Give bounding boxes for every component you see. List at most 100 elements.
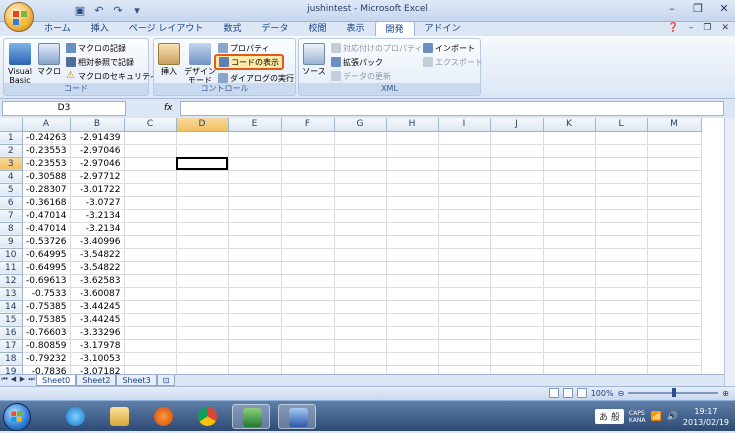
cell[interactable]	[386, 248, 439, 262]
cell[interactable]	[647, 274, 702, 288]
cell[interactable]	[176, 157, 229, 171]
cell[interactable]	[124, 287, 177, 301]
taskbar-internet-explorer[interactable]	[56, 404, 94, 429]
cell[interactable]: -0.23553	[22, 157, 71, 171]
normal-view-icon[interactable]	[548, 388, 559, 398]
cell[interactable]	[124, 183, 177, 197]
select-all-corner[interactable]	[0, 118, 23, 132]
cell[interactable]	[438, 274, 491, 288]
cell[interactable]	[334, 274, 387, 288]
sheet-tab[interactable]: Sheet2	[76, 375, 117, 386]
cell[interactable]	[386, 300, 439, 314]
cell[interactable]	[595, 300, 648, 314]
cell[interactable]	[490, 209, 544, 223]
cell[interactable]	[438, 261, 491, 275]
ime-status[interactable]: あ 般	[595, 409, 624, 424]
insert-sheet-icon[interactable]: ⊡	[156, 375, 176, 386]
export-button[interactable]: エクスポート	[423, 56, 483, 68]
cell[interactable]	[124, 326, 177, 340]
taskbar-word[interactable]	[278, 404, 316, 429]
cell[interactable]	[543, 300, 596, 314]
cell[interactable]	[176, 300, 229, 314]
cell[interactable]	[543, 235, 596, 249]
cell[interactable]	[124, 365, 177, 374]
insert-function-button[interactable]: fx	[130, 101, 178, 116]
cell[interactable]	[228, 287, 282, 301]
cell[interactable]	[647, 339, 702, 353]
cell[interactable]	[124, 261, 177, 275]
cell[interactable]: -0.64995	[22, 261, 71, 275]
clock[interactable]: 19:17 2013/02/19	[683, 406, 729, 428]
xml-source-button[interactable]: ソース	[301, 43, 327, 76]
row-header[interactable]: 10	[0, 248, 23, 262]
cell[interactable]	[124, 196, 177, 210]
cell[interactable]: -3.44245	[70, 300, 125, 314]
cell[interactable]	[543, 157, 596, 171]
cell[interactable]	[438, 339, 491, 353]
column-header[interactable]: G	[334, 118, 387, 132]
cell[interactable]	[386, 365, 439, 374]
cell[interactable]	[334, 365, 387, 374]
page-layout-view-icon[interactable]	[562, 388, 573, 398]
sheet-tab[interactable]: Sheet3	[116, 375, 157, 386]
cell[interactable]: -3.62583	[70, 274, 125, 288]
cell[interactable]: -0.53726	[22, 235, 71, 249]
cell[interactable]	[490, 222, 544, 236]
cell[interactable]	[438, 196, 491, 210]
cell[interactable]: -3.2134	[70, 222, 125, 236]
cell[interactable]	[386, 274, 439, 288]
cell[interactable]	[334, 261, 387, 275]
cell[interactable]	[124, 339, 177, 353]
cell[interactable]	[176, 183, 229, 197]
cell[interactable]: -3.0727	[70, 196, 125, 210]
cell[interactable]	[176, 261, 229, 275]
cell[interactable]	[647, 352, 702, 366]
row-header[interactable]: 12	[0, 274, 23, 288]
cell[interactable]	[438, 287, 491, 301]
cell[interactable]	[334, 339, 387, 353]
cell[interactable]: -3.33296	[70, 326, 125, 340]
cell[interactable]	[334, 209, 387, 223]
cell[interactable]	[490, 313, 544, 327]
ribbon-tab[interactable]: ホーム	[34, 21, 81, 37]
cell[interactable]	[490, 339, 544, 353]
cell[interactable]	[176, 209, 229, 223]
cell[interactable]	[490, 235, 544, 249]
cell[interactable]	[490, 274, 544, 288]
cell[interactable]	[334, 235, 387, 249]
cell[interactable]: -3.40996	[70, 235, 125, 249]
properties-button[interactable]: プロパティ	[218, 42, 270, 54]
row-header[interactable]: 6	[0, 196, 23, 210]
cell[interactable]	[281, 352, 335, 366]
cell[interactable]	[228, 222, 282, 236]
cell[interactable]	[490, 261, 544, 275]
cell[interactable]	[228, 352, 282, 366]
cell[interactable]	[438, 222, 491, 236]
cell[interactable]	[438, 235, 491, 249]
row-header[interactable]: 8	[0, 222, 23, 236]
cell[interactable]	[543, 144, 596, 158]
cell[interactable]	[647, 183, 702, 197]
taskbar-chrome[interactable]	[188, 404, 226, 429]
cell[interactable]	[334, 170, 387, 184]
cell[interactable]: -0.7836	[22, 365, 71, 374]
column-header[interactable]: E	[228, 118, 282, 132]
cell[interactable]	[595, 326, 648, 340]
cell[interactable]	[647, 196, 702, 210]
cell[interactable]: -2.91439	[70, 131, 125, 145]
cell[interactable]	[595, 365, 648, 374]
cell[interactable]	[647, 144, 702, 158]
cell[interactable]	[334, 144, 387, 158]
cell[interactable]	[438, 131, 491, 145]
first-sheet-icon[interactable]: ⏮	[0, 375, 9, 384]
cell[interactable]: -3.10053	[70, 352, 125, 366]
cell[interactable]	[334, 222, 387, 236]
map-properties-button[interactable]: 対応付けのプロパティ	[331, 42, 423, 54]
cell[interactable]	[176, 339, 229, 353]
cell[interactable]: -0.7533	[22, 287, 71, 301]
view-code-button[interactable]: コードの表示	[214, 54, 284, 70]
cell[interactable]	[281, 157, 335, 171]
start-button[interactable]	[3, 403, 31, 431]
cell[interactable]	[386, 157, 439, 171]
cell[interactable]: -0.30588	[22, 170, 71, 184]
